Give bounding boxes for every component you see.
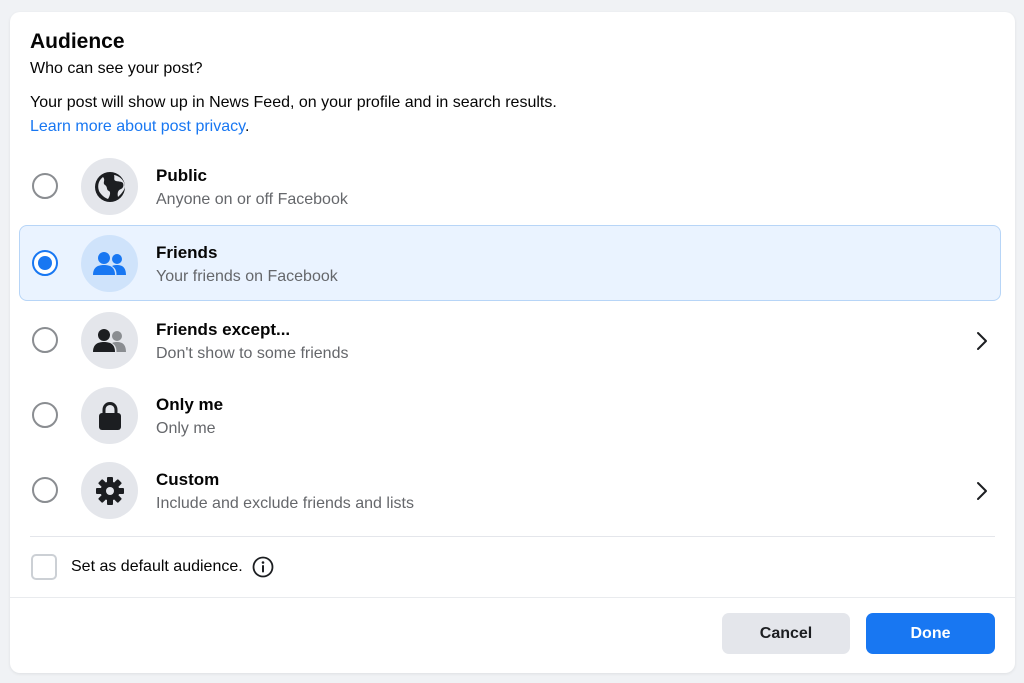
audience-dialog: Audience Who can see your post? Your pos… bbox=[10, 12, 1015, 673]
divider bbox=[30, 536, 995, 537]
audience-option-friends[interactable]: Friends Your friends on Facebook bbox=[19, 225, 1001, 301]
option-subtitle: Don't show to some friends bbox=[156, 345, 349, 362]
option-subtitle: Include and exclude friends and lists bbox=[156, 495, 414, 512]
option-title: Friends bbox=[156, 243, 218, 262]
dialog-subtitle: Who can see your post? bbox=[30, 60, 203, 77]
learn-more-suffix: . bbox=[244, 118, 250, 135]
option-title: Only me bbox=[156, 395, 224, 414]
gear-icon bbox=[81, 462, 138, 519]
radio-friends-except[interactable] bbox=[32, 327, 58, 353]
option-subtitle: Your friends on Facebook bbox=[156, 268, 338, 285]
done-button[interactable]: Done bbox=[866, 613, 995, 654]
option-subtitle: Anyone on or off Facebook bbox=[156, 191, 348, 208]
learn-more-line: Learn more about post privacy. bbox=[30, 118, 249, 136]
lock-icon bbox=[81, 387, 138, 444]
default-audience-label: Set as default audience. bbox=[71, 558, 243, 575]
option-title: Friends except... bbox=[156, 320, 291, 339]
cancel-button[interactable]: Cancel bbox=[722, 613, 850, 654]
dialog-description: Your post will show up in News Feed, on … bbox=[30, 94, 557, 111]
option-title: Public bbox=[156, 166, 208, 185]
dialog-title: Audience bbox=[30, 30, 125, 53]
audience-option-friends-except[interactable]: Friends except... Don't show to some fri… bbox=[19, 302, 1001, 378]
learn-more-link[interactable]: Learn more about post privacy bbox=[30, 118, 245, 135]
radio-only-me[interactable] bbox=[32, 402, 58, 428]
audience-option-custom[interactable]: Custom Include and exclude friends and l… bbox=[19, 452, 1001, 528]
friends-except-icon bbox=[81, 312, 138, 369]
info-icon[interactable] bbox=[252, 556, 274, 578]
footer-divider bbox=[10, 597, 1015, 598]
chevron-right-icon bbox=[977, 332, 987, 350]
globe-icon bbox=[81, 158, 138, 215]
chevron-right-icon bbox=[977, 482, 987, 500]
option-title: Custom bbox=[156, 470, 220, 489]
friends-icon bbox=[81, 235, 138, 292]
radio-friends[interactable] bbox=[32, 250, 58, 276]
option-subtitle: Only me bbox=[156, 420, 216, 437]
audience-option-public[interactable]: Public Anyone on or off Facebook bbox=[19, 148, 1001, 224]
radio-public[interactable] bbox=[32, 173, 58, 199]
default-audience-checkbox[interactable] bbox=[31, 554, 57, 580]
radio-custom[interactable] bbox=[32, 477, 58, 503]
audience-option-only-me[interactable]: Only me Only me bbox=[19, 377, 1001, 453]
